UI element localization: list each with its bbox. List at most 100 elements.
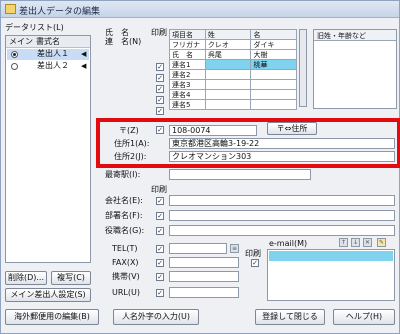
- department-label: 部署名(F):: [105, 211, 143, 220]
- help-button[interactable]: ヘルプ(H): [333, 309, 395, 325]
- table-row[interactable]: 連名4: [169, 89, 297, 100]
- fax-print-checkbox[interactable]: ✓: [156, 259, 164, 267]
- mei-cell[interactable]: [250, 79, 297, 90]
- column-format-name: 書式名: [36, 37, 60, 46]
- renmei-label: 連 名(N): [105, 37, 142, 46]
- item-name: 連名4: [169, 89, 206, 100]
- table-row[interactable]: 連名5: [169, 99, 297, 110]
- tel-label: TEL(T): [112, 244, 138, 253]
- print-renmei4-checkbox[interactable]: ✓: [156, 96, 164, 104]
- gaiji-input-button[interactable]: 人名外字の入力(U): [113, 309, 199, 325]
- names-header-row: 項目名 姓 名: [169, 29, 297, 40]
- email-selected-row[interactable]: [269, 251, 393, 261]
- fax-label: FAX(X): [112, 258, 139, 267]
- highlight-frame: [96, 118, 400, 168]
- mei-cell[interactable]: [250, 99, 297, 110]
- header-sei: 姓: [204, 29, 252, 40]
- item-name: 連名2: [169, 69, 206, 80]
- format-name: 差出人２: [37, 61, 69, 70]
- print-renmei5-checkbox[interactable]: ✓: [156, 107, 164, 115]
- print-renmei2-checkbox[interactable]: ✓: [156, 74, 164, 82]
- mobile-input[interactable]: [169, 271, 239, 282]
- old-name-header: 旧姓・年齢など: [317, 32, 366, 40]
- mobile-print-checkbox[interactable]: ✓: [156, 273, 164, 281]
- item-name: 氏 名: [169, 49, 206, 60]
- window-title: 差出人データの編集: [19, 7, 101, 17]
- tel-input[interactable]: [169, 243, 227, 254]
- data-list-header: メイン 書式名: [6, 36, 90, 48]
- delete-email-icon[interactable]: ✕: [363, 238, 372, 247]
- main-radio[interactable]: [11, 63, 18, 70]
- list-item[interactable]: 差出人１ ◀: [7, 49, 89, 60]
- tel-options-icon[interactable]: ≡: [230, 244, 239, 253]
- item-name: 連名5: [169, 99, 206, 110]
- sei-cell[interactable]: 呉尾: [204, 49, 252, 60]
- sei-cell[interactable]: [204, 79, 252, 90]
- url-print-checkbox[interactable]: ✓: [156, 289, 164, 297]
- tel-print-checkbox[interactable]: ✓: [156, 245, 164, 253]
- table-row[interactable]: フリガナ クレオ ダイキ: [169, 39, 297, 50]
- copy-button[interactable]: 複写(C): [51, 271, 91, 285]
- mei-cell[interactable]: [250, 69, 297, 80]
- old-name-list[interactable]: 旧姓・年齢など: [313, 29, 397, 109]
- sender-data-dialog: 差出人データの編集 データリスト(L) メイン 書式名 差出人１ ◀ 差出人２ …: [0, 0, 400, 334]
- row-arrow-icon: ◀: [81, 62, 87, 70]
- mei-cell[interactable]: ダイキ: [250, 39, 297, 50]
- station-label: 最寄駅(I):: [105, 170, 141, 179]
- company-print-checkbox[interactable]: ✓: [156, 197, 164, 205]
- email-list[interactable]: [267, 249, 395, 301]
- register-close-button[interactable]: 登録して閉じる: [255, 309, 325, 325]
- item-name: フリガナ: [169, 39, 206, 50]
- move-down-icon[interactable]: ↓: [351, 238, 360, 247]
- item-name: 連名1: [169, 59, 206, 70]
- station-input[interactable]: [169, 169, 311, 180]
- column-main: メイン: [9, 37, 33, 46]
- sei-cell[interactable]: [204, 59, 252, 70]
- title-bar: 差出人データの編集: [1, 1, 399, 18]
- item-name: 連名3: [169, 79, 206, 90]
- mobile-label: 携帯(V): [112, 272, 140, 281]
- list-item[interactable]: 差出人２ ◀: [7, 61, 89, 72]
- header-item: 項目名: [169, 29, 206, 40]
- url-label: URL(U): [112, 288, 140, 297]
- overseas-mail-button[interactable]: 海外郵便用の編集(B): [5, 309, 99, 325]
- fax-input[interactable]: [169, 257, 239, 268]
- url-input[interactable]: [169, 287, 239, 298]
- department-input[interactable]: [169, 210, 395, 221]
- row-arrow-icon: ◀: [81, 50, 87, 58]
- table-row[interactable]: 連名1 桃華: [169, 59, 297, 70]
- position-label: 役職名(G):: [105, 226, 145, 235]
- move-up-icon[interactable]: ↑: [339, 238, 348, 247]
- data-list-label: データリスト(L): [5, 23, 64, 32]
- table-row[interactable]: 氏 名呉尾 大樹: [169, 49, 297, 60]
- names-scrollbar[interactable]: [299, 29, 307, 107]
- position-input[interactable]: [169, 225, 395, 236]
- company-input[interactable]: [169, 195, 395, 206]
- print-renmei1-checkbox[interactable]: ✓: [156, 63, 164, 71]
- main-sender-button[interactable]: メイン差出人設定(S): [5, 288, 91, 302]
- department-print-checkbox[interactable]: ✓: [156, 212, 164, 220]
- format-name: 差出人１: [37, 49, 69, 58]
- sei-cell[interactable]: [204, 99, 252, 110]
- company-label: 会社名(E):: [105, 196, 143, 205]
- names-grid[interactable]: 項目名 姓 名 フリガナ クレオ ダイキ 氏 名呉尾 大樹 連名1 桃華 連名2 連名3…: [169, 29, 297, 110]
- table-row[interactable]: 連名3: [169, 79, 297, 90]
- table-row[interactable]: 連名2: [169, 69, 297, 80]
- sei-cell[interactable]: [204, 89, 252, 100]
- main-radio[interactable]: [11, 51, 18, 58]
- email-print-label: 印刷: [245, 249, 261, 258]
- sei-cell[interactable]: [204, 69, 252, 80]
- data-list[interactable]: メイン 書式名 差出人１ ◀ 差出人２ ◀: [5, 35, 91, 263]
- add-email-icon[interactable]: ✎: [377, 238, 386, 247]
- email-label: e-mail(M): [269, 239, 308, 248]
- position-print-checkbox[interactable]: ✓: [156, 227, 164, 235]
- app-icon: [5, 4, 16, 14]
- mei-cell[interactable]: 大樹: [250, 49, 297, 60]
- mei-cell[interactable]: [250, 89, 297, 100]
- mei-cell[interactable]: 桃華: [250, 59, 297, 70]
- email-print-checkbox[interactable]: ✓: [251, 259, 259, 267]
- delete-button[interactable]: 削除(D)...: [5, 271, 47, 285]
- sei-cell[interactable]: クレオ: [204, 39, 252, 50]
- header-mei: 名: [250, 29, 297, 40]
- print-renmei3-checkbox[interactable]: ✓: [156, 85, 164, 93]
